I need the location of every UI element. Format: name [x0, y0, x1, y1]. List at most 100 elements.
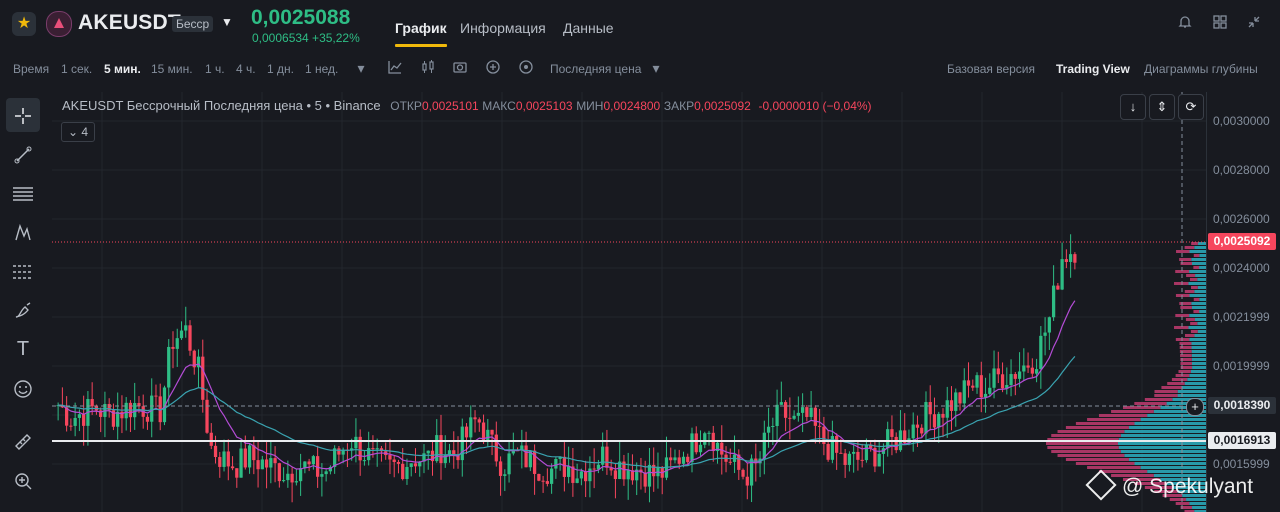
candle-body [490, 429, 494, 435]
tab-data[interactable]: Данные [555, 20, 622, 36]
indicators-toggle[interactable]: ⌄ 4 [61, 122, 95, 142]
favorite-star-icon[interactable]: ★ [12, 12, 36, 36]
watermark-text: @ Spekulyant [1122, 475, 1254, 498]
candle-body [1064, 259, 1068, 262]
brush-icon[interactable] [6, 293, 40, 327]
candle-body [1017, 371, 1022, 379]
tab-info[interactable]: Информация [452, 20, 554, 36]
candle-body [579, 471, 584, 479]
candle-type-icon[interactable] [419, 59, 437, 77]
crosshair-price-label: 0,0018390 [1208, 397, 1276, 414]
candle-body [205, 399, 209, 433]
zoom-icon[interactable] [6, 463, 40, 497]
interval-more-icon[interactable]: ▾ [352, 59, 370, 77]
candle-body [762, 432, 766, 459]
add-order-icon[interactable]: + [1186, 398, 1204, 416]
candle-body [333, 448, 337, 467]
volume-profile-bar [1195, 274, 1206, 277]
symbol-name[interactable]: AKEUSDT [78, 11, 181, 35]
fib-icon[interactable] [6, 254, 40, 288]
candle-body [73, 417, 77, 426]
volume-profile-bar [1193, 298, 1200, 301]
ruler-icon[interactable] [6, 424, 40, 458]
candle-body [405, 466, 409, 479]
candle-body [852, 451, 856, 454]
candle-body [698, 444, 703, 453]
candle-body [175, 338, 179, 349]
indicator-line-icon[interactable] [386, 59, 404, 77]
candle-body [69, 425, 73, 427]
volume-profile-bar [1120, 434, 1206, 437]
candle-body [256, 460, 260, 470]
volume-profile-bar [1144, 398, 1173, 401]
candle-body [124, 402, 128, 419]
candle-body [473, 417, 477, 420]
replay-icon[interactable] [517, 59, 535, 77]
legend-high-label: МАКС [482, 99, 516, 113]
text-tool-icon[interactable]: T [6, 332, 40, 366]
interval-15m[interactable]: 15 мин. [151, 62, 193, 76]
trendline-icon[interactable] [6, 137, 40, 171]
volume-profile-bar [1197, 286, 1206, 289]
volume-profile-bar [1190, 370, 1206, 373]
volume-profile-bar [1118, 442, 1206, 445]
volume-profile-bar [1199, 310, 1206, 313]
candle-body [971, 385, 975, 388]
interval-1h[interactable]: 1 ч. [205, 62, 225, 76]
bell-icon[interactable] [1175, 14, 1195, 34]
volume-profile-bar [1187, 378, 1206, 381]
view-tradingview[interactable]: Trading View [1056, 62, 1130, 76]
crosshair-icon[interactable] [6, 98, 40, 132]
interval-1d[interactable]: 1 дн. [267, 62, 294, 76]
emoji-icon[interactable] [6, 371, 40, 405]
add-indicator-icon[interactable] [484, 59, 502, 77]
layout-icon[interactable] [1210, 14, 1230, 34]
candle-body [209, 432, 213, 446]
interval-1w[interactable]: 1 нед. [305, 62, 338, 76]
volume-profile-bar [1075, 422, 1135, 425]
pattern-icon[interactable] [6, 215, 40, 249]
volume-profile-bar [1190, 278, 1198, 281]
camera-icon[interactable] [451, 59, 469, 77]
candle-body [690, 433, 694, 463]
collapse-panel-icon[interactable]: ⇕ [1149, 94, 1175, 120]
tab-chart[interactable]: График [387, 20, 455, 47]
candle-body [809, 407, 813, 417]
volume-profile-bar [1193, 310, 1200, 313]
collapse-icon[interactable] [1244, 14, 1264, 34]
volume-profile-bar [1179, 302, 1192, 305]
candle-body [507, 453, 511, 475]
candle-body [979, 375, 983, 398]
volume-profile-bar [1191, 286, 1198, 289]
candle-body [167, 346, 171, 388]
candle-body [805, 407, 809, 417]
view-depth[interactable]: Диаграммы глубины [1144, 62, 1258, 76]
reset-chart-icon[interactable]: ⟳ [1178, 94, 1204, 120]
volume-profile-bar [1188, 326, 1206, 329]
candle-body [294, 481, 298, 483]
volume-profile-bar [1065, 426, 1129, 429]
legend-close-value: 0,0025092 [694, 99, 751, 113]
volume-profile-bar [1175, 338, 1190, 341]
interval-4h[interactable]: 4 ч. [236, 62, 256, 76]
chevron-down-icon: ⌄ [67, 125, 79, 139]
candle-body [1056, 285, 1060, 290]
view-basic[interactable]: Базовая версия [947, 62, 1035, 76]
interval-time[interactable]: Время [13, 62, 49, 76]
price-axis[interactable] [1206, 92, 1280, 512]
price-type-chevron-icon[interactable]: ▾ [647, 59, 665, 77]
price-type-select[interactable]: Последняя цена [550, 62, 641, 76]
interval-5m[interactable]: 5 мин. [104, 62, 141, 76]
symbol-dropdown-icon[interactable]: ▼ [221, 15, 233, 29]
volume-profile-bar [1140, 466, 1206, 469]
volume-profile-bar [1191, 362, 1206, 365]
price-chart[interactable] [52, 92, 1206, 512]
scroll-down-icon[interactable]: ↓ [1120, 94, 1146, 120]
interval-1s[interactable]: 1 сек. [61, 62, 92, 76]
coin-logo-icon [46, 11, 72, 37]
volume-profile-bar [1176, 250, 1190, 253]
candle-body [835, 436, 839, 453]
candle-body [856, 451, 860, 460]
horizontal-lines-icon[interactable] [6, 176, 40, 210]
legend-open-value: 0,0025101 [421, 99, 479, 113]
